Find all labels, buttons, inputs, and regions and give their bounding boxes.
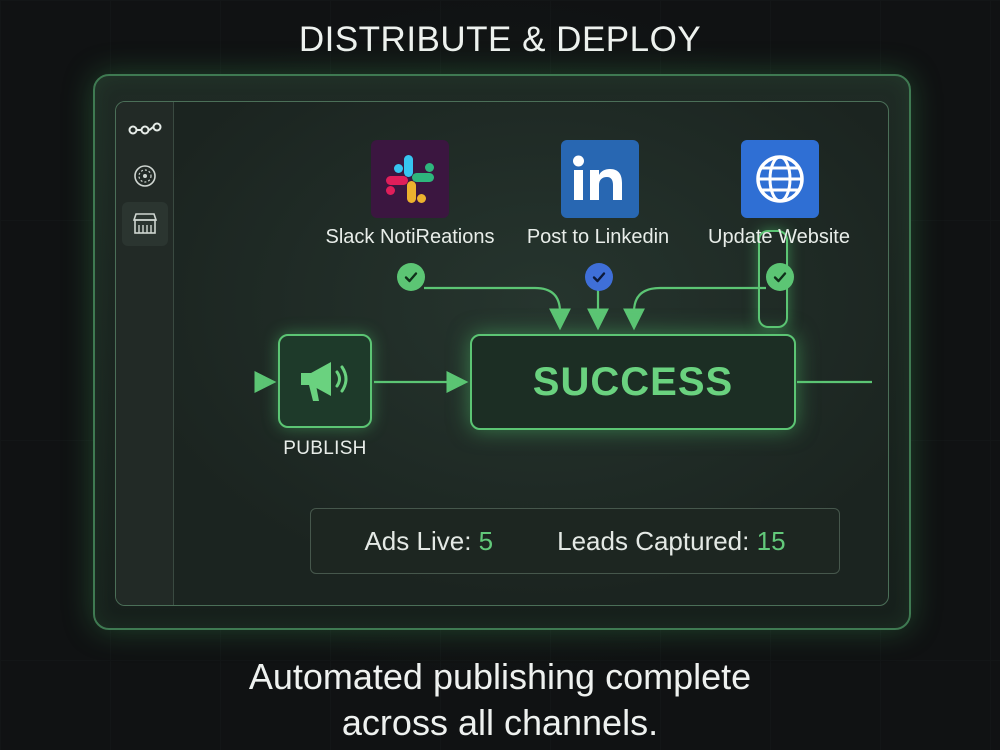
ads-live-label: Ads Live: (364, 525, 472, 556)
stats-panel: Ads Live: 5 Leads Captured: 15 (310, 508, 840, 574)
publish-label: PUBLISH (283, 438, 367, 459)
leads-captured-label: Leads Captured: (557, 525, 750, 556)
globe-icon (756, 155, 804, 203)
caption-line-2: across all channels. (341, 702, 659, 743)
slack-check-icon (397, 263, 425, 291)
connector-website-success (623, 286, 766, 331)
leads-captured-stat: Leads Captured: 15 (557, 526, 785, 557)
slack-label: Slack NotiReations (325, 226, 495, 248)
linkedin-check-icon (585, 263, 613, 291)
website-check-icon (766, 263, 794, 291)
megaphone-icon (301, 362, 348, 401)
caption-line-1: Automated publishing complete (248, 656, 752, 697)
publish-node[interactable] (278, 334, 372, 428)
slack-app-tile[interactable] (371, 140, 449, 218)
caption: Automated publishing complete across all… (0, 654, 1000, 746)
website-app-tile[interactable] (741, 140, 819, 218)
success-node[interactable]: SUCCESS (470, 334, 796, 430)
linkedin-icon (573, 155, 622, 200)
leads-captured-value: 15 (756, 525, 786, 556)
ads-live-stat: Ads Live: 5 (364, 526, 493, 557)
slack-icon (386, 155, 434, 203)
linkedin-app-tile[interactable] (561, 140, 639, 218)
ads-live-value: 5 (478, 525, 494, 556)
connector-slack-success (424, 286, 571, 331)
website-label: Update Website (708, 226, 850, 248)
